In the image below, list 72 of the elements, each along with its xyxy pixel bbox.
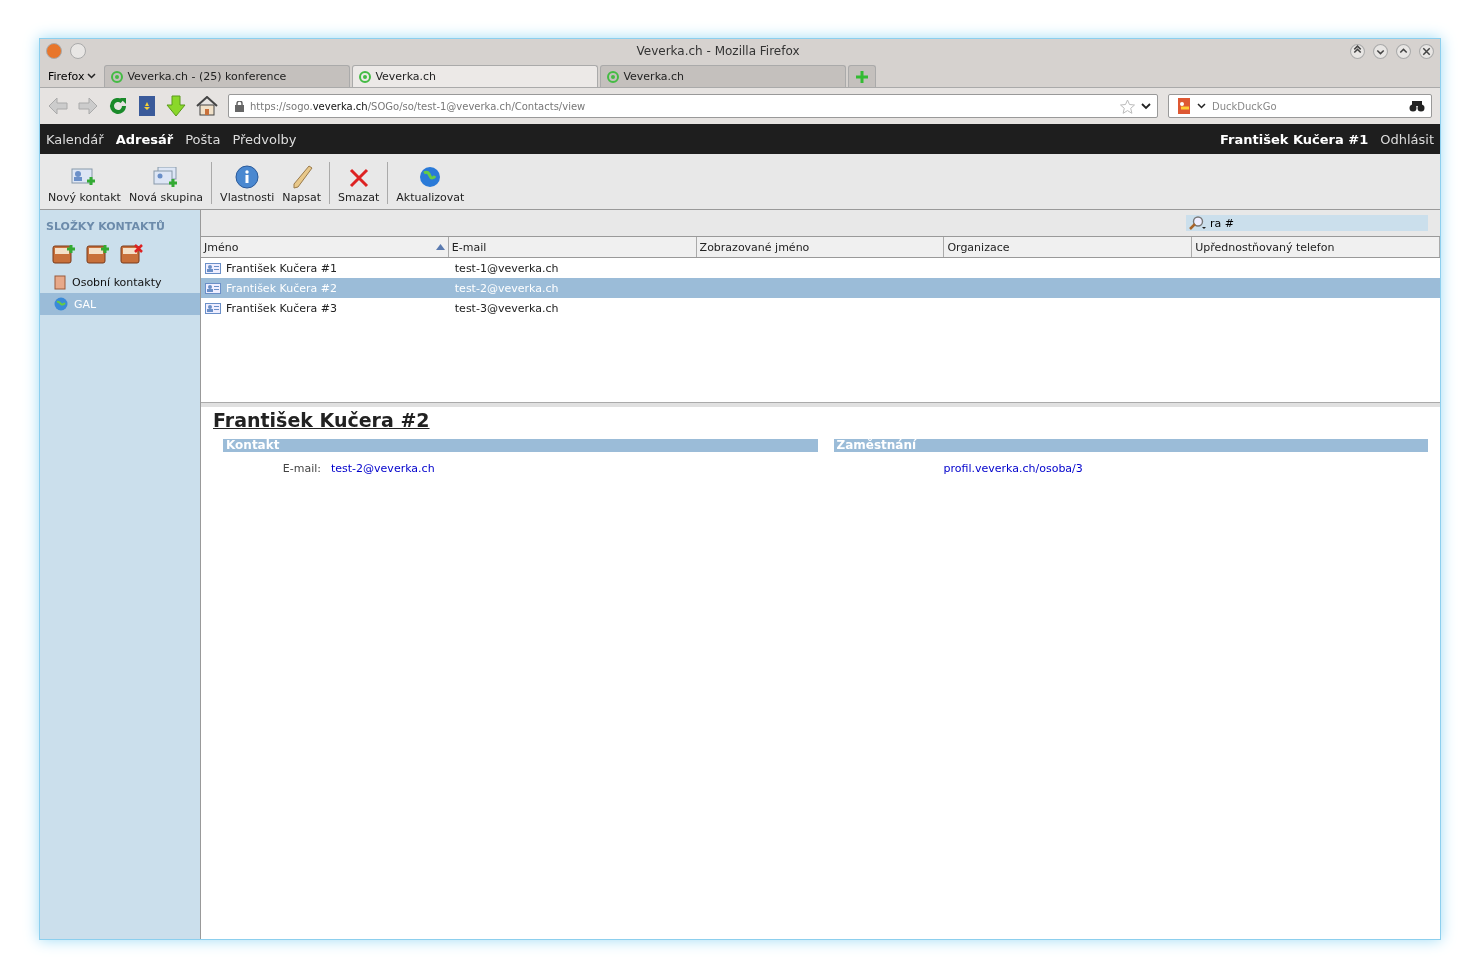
plus-icon — [856, 70, 869, 83]
url-text: https://sogo.veverka.ch/SOGo/so/test-1@veverka.ch/Contacts/view — [250, 100, 587, 112]
binoculars-icon[interactable] — [1409, 100, 1425, 112]
search-field[interactable]: ra # — [1186, 215, 1428, 231]
table-cell: František Kučera #3 — [226, 301, 337, 315]
column-header[interactable]: Jméno — [201, 237, 449, 257]
table-cell-text: test-2@veverka.ch — [453, 281, 559, 295]
browser-tab[interactable]: Veverka.ch - (25) konference — [104, 65, 351, 87]
column-header[interactable]: Zobrazované jméno — [696, 237, 945, 257]
close-icon[interactable] — [1419, 43, 1434, 59]
contact-card-icon — [205, 262, 221, 274]
app-menu-item[interactable]: Předvolby — [232, 131, 297, 147]
toolbar-button[interactable]: Nová skupina — [124, 167, 208, 204]
sidebar-item[interactable]: Osobní kontakty — [40, 271, 200, 293]
column-header[interactable]: E-mail — [448, 237, 697, 257]
app-menu-item[interactable]: Adresář — [115, 131, 174, 147]
info-icon — [235, 165, 260, 189]
section-heading: Zaměstnání — [833, 439, 1428, 452]
profile-link[interactable]: profil.veverka.ch/osoba/3 — [943, 462, 1083, 475]
app-menu-item[interactable]: Kalendář — [46, 131, 104, 147]
toolbar-button[interactable]: Aktualizovat — [392, 165, 469, 204]
minimize-icon[interactable] — [1373, 43, 1388, 59]
add-addressbook-icon[interactable] — [52, 243, 76, 265]
globe-icon — [54, 297, 68, 311]
column-header[interactable]: Organizace — [944, 237, 1193, 257]
search-icon — [1188, 216, 1206, 230]
delete-icon — [347, 167, 370, 189]
toolbar-button[interactable]: Vlastnosti — [216, 165, 279, 204]
contact-card-icon — [205, 282, 221, 294]
table-cell-text: test-1@veverka.ch — [453, 261, 559, 275]
keep-above-icon[interactable] — [1350, 43, 1365, 59]
table-cell-text: test-3@veverka.ch — [453, 301, 559, 315]
url-field[interactable]: https://sogo.veverka.ch/SOGo/so/test-1@veverka.ch/Contacts/view — [228, 94, 1158, 118]
bookmarks-icon[interactable] — [138, 95, 156, 117]
chevron-icon — [1197, 103, 1206, 109]
delete-addressbook-icon[interactable] — [120, 243, 144, 265]
field-label: E-mail: — [281, 462, 321, 475]
window-title: Veverka.ch - Mozilla Firefox — [635, 44, 801, 58]
firefox-menu-button[interactable]: Firefox — [46, 65, 103, 87]
table-cell: František Kučera #1 — [226, 261, 337, 275]
table-cell: František Kučera #2 — [226, 281, 337, 295]
globe-refresh-icon — [418, 165, 443, 189]
search-field[interactable]: DuckDuckGo — [1168, 94, 1432, 118]
book-icon — [54, 274, 66, 290]
toolbar-button[interactable]: Napsat — [278, 165, 326, 204]
section-heading: Kontakt — [223, 439, 818, 452]
column-header[interactable]: Upřednostňovaný telefon — [1192, 237, 1440, 257]
home-icon[interactable] — [196, 96, 218, 116]
logout-link[interactable]: Odhlásit — [1380, 131, 1434, 147]
contact-name: František Kučera #2 — [213, 409, 431, 431]
sort-ascending-icon — [435, 244, 445, 250]
browser-tab[interactable]: Veverka.ch — [352, 65, 599, 87]
sidebar-heading: SLOŽKY KONTAKTŮ — [45, 220, 166, 233]
group-add-icon — [153, 167, 179, 189]
reload-icon[interactable] — [108, 96, 128, 116]
duck-icon — [1175, 97, 1191, 115]
download-arrow-icon[interactable] — [166, 95, 186, 117]
lock-icon — [235, 100, 244, 112]
toolbar-button[interactable]: Smazat — [334, 167, 384, 204]
toolbar-button[interactable]: Nový kontakt — [44, 167, 125, 204]
browser-tab[interactable]: Veverka.ch — [600, 65, 847, 87]
app-menu-item[interactable]: Pošta — [185, 131, 221, 147]
email-link[interactable]: test-2@veverka.ch — [331, 462, 435, 475]
star-icon[interactable] — [1120, 98, 1135, 114]
maximize-icon[interactable] — [1396, 43, 1411, 59]
tab-site-icon — [607, 70, 620, 83]
tab-site-icon — [359, 70, 372, 83]
user-name: František Kučera #1 — [1220, 131, 1369, 147]
tab-site-icon — [111, 70, 124, 83]
chevron-icon — [87, 73, 97, 79]
contact-card-icon — [205, 302, 221, 314]
chevron-icon[interactable] — [1141, 102, 1151, 110]
